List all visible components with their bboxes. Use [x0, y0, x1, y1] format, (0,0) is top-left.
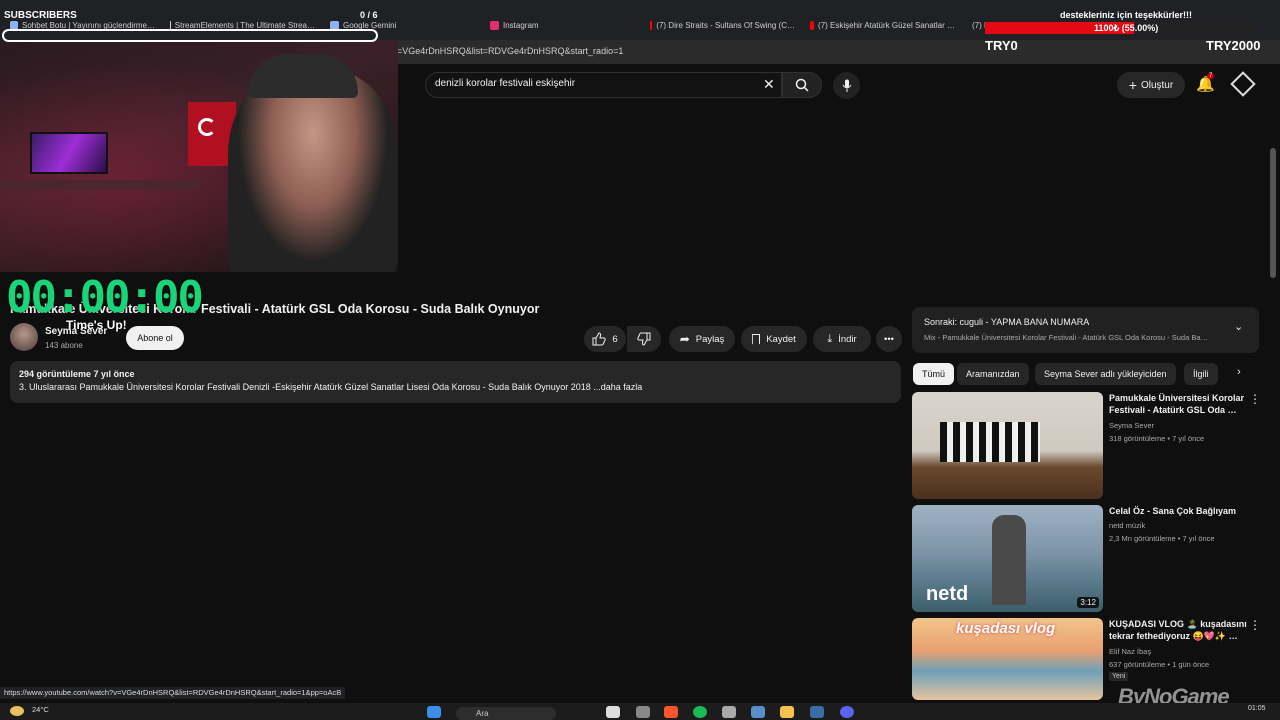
recommendation-title[interactable]: Pamukkale Üniversitesi Korolar Festivali…	[1109, 392, 1249, 416]
instagram-icon	[490, 20, 499, 30]
more-vertical-icon[interactable]: ⋮	[1249, 618, 1261, 632]
weather-icon	[10, 706, 24, 716]
donation-goal-text: 1100₺ (55.00%)	[1094, 23, 1159, 33]
dislike-button[interactable]	[627, 326, 661, 352]
clear-search-icon[interactable]: ✕	[763, 76, 775, 93]
donation-goal-min: TRY0	[985, 38, 1018, 53]
steam-icon[interactable]	[751, 706, 765, 718]
vlog-thumbnail-title: kuşadası vlog	[956, 620, 1056, 637]
youtube-icon	[650, 20, 653, 30]
recommendation-meta: 2,3 Mn görüntüleme • 7 yıl önce	[1109, 534, 1215, 543]
obs-icon[interactable]	[722, 706, 736, 718]
more-horizontal-icon: •••	[884, 333, 894, 345]
description-meta: 294 görüntüleme 7 yıl önce	[19, 369, 135, 379]
subscribers-goal-label: SUBSCRIBERS	[4, 10, 77, 21]
plus-icon: +	[1128, 77, 1137, 93]
chip-from-search[interactable]: Aramanızdan	[957, 363, 1029, 385]
discord-icon[interactable]	[840, 706, 854, 718]
taskbar-search[interactable]: Ara	[456, 707, 556, 720]
chevron-right-icon[interactable]: ›	[1237, 366, 1241, 378]
chip-related[interactable]: İlgili	[1184, 363, 1218, 385]
download-icon: ⤓	[827, 332, 833, 345]
channel-subscriber-count: 143 abone	[45, 341, 83, 350]
thumbs-up-icon	[592, 332, 607, 346]
recommendation-channel[interactable]: netd müzik	[1109, 521, 1145, 530]
recommendation-title[interactable]: KUŞADASI VLOG 🏝️ kuşadasını tekrar fethe…	[1109, 618, 1249, 642]
url-text[interactable]: =VGe4rDnHSRQ&list=RDVGe4rDnHSRQ&start_ra…	[397, 46, 623, 56]
recommendation-meta: 637 görüntüleme • 1 gün önce	[1109, 660, 1210, 669]
bookmark-icon	[752, 333, 761, 345]
recommendation-item[interactable]: netd 3:12 Celal Öz - Sana Çok Bağlıyam n…	[912, 505, 1267, 612]
weather-temperature[interactable]: 24°C	[32, 705, 49, 714]
subscribers-goal-count: 0 / 6	[360, 10, 378, 20]
thumbs-down-icon	[637, 332, 651, 346]
more-actions-button[interactable]: •••	[876, 326, 902, 352]
app-icon[interactable]	[810, 706, 824, 718]
youtube-icon	[810, 20, 815, 30]
microphone-icon	[842, 79, 851, 92]
taskbar-clock: 01:05	[1248, 705, 1266, 712]
task-view-icon[interactable]	[606, 706, 620, 718]
video-thumbnail[interactable]	[912, 392, 1103, 499]
donation-goal-label: destekleriniz için teşekkürler!!!	[1060, 10, 1193, 20]
page-scrollbar[interactable]	[1270, 148, 1276, 278]
browser-tab[interactable]: (7) Eskişehir Atatürk Güzel Sanatlar …	[810, 16, 955, 34]
streamer-image	[228, 70, 398, 272]
share-icon: ➦	[679, 332, 690, 346]
create-button[interactable]: + Oluştur	[1117, 72, 1185, 98]
crescent-icon	[198, 118, 216, 136]
brave-browser-icon[interactable]	[664, 706, 678, 718]
recommendation-meta: 318 görüntüleme • 7 yıl önce	[1109, 434, 1205, 443]
browser-tab[interactable]: (7) Dire Straits - Sultans Of Swing (C…	[650, 16, 795, 34]
save-button[interactable]: Kaydet	[741, 326, 807, 352]
subscribe-button[interactable]: Abone ol	[126, 326, 184, 350]
choir-figures	[940, 422, 1040, 462]
webcam-monitor-image	[30, 132, 108, 174]
voice-search-button[interactable]	[833, 72, 860, 99]
channel-name[interactable]: Seyma Sever	[45, 326, 107, 337]
search-icon	[795, 78, 809, 92]
like-button[interactable]: 6	[584, 326, 626, 352]
video-thumbnail[interactable]: kuşadası vlog	[912, 618, 1103, 700]
channel-avatar[interactable]	[10, 323, 38, 351]
settings-icon[interactable]	[636, 706, 650, 718]
link-status-url: https://www.youtube.com/watch?v=VGe4rDnH…	[0, 687, 346, 699]
webcam-overlay	[0, 40, 398, 272]
chevron-down-icon[interactable]: ⌄	[1234, 320, 1243, 333]
description-text[interactable]: 3. Uluslararası Pamukkale Üniversitesi K…	[19, 382, 642, 392]
download-button[interactable]: ⤓ İndir	[813, 326, 871, 352]
new-badge: Yeni	[1109, 672, 1129, 681]
spotify-icon[interactable]	[693, 706, 707, 718]
share-button[interactable]: ➦ Paylaş	[669, 326, 735, 352]
mix-queue-panel[interactable]	[912, 307, 1259, 353]
like-count: 6	[612, 333, 618, 345]
more-vertical-icon[interactable]: ⋮	[1249, 392, 1261, 406]
queue-mix-title: Mix - Pamukkale Üniversitesi Korolar Fes…	[924, 333, 1208, 342]
windows-start-icon[interactable]	[427, 706, 441, 718]
video-thumbnail[interactable]: netd 3:12	[912, 505, 1103, 612]
file-explorer-icon[interactable]	[780, 706, 794, 718]
chip-from-uploader[interactable]: Seyma Sever adlı yükleyiciden	[1035, 363, 1176, 385]
recommendation-item[interactable]: Pamukkale Üniversitesi Korolar Festivali…	[912, 392, 1267, 499]
recommendation-channel[interactable]: Seyma Sever	[1109, 421, 1154, 430]
search-query[interactable]: denizli korolar festivali eskişehir	[435, 78, 575, 89]
video-duration: 3:12	[1077, 597, 1099, 608]
search-button[interactable]	[782, 72, 822, 98]
webcam-shelf	[0, 180, 200, 190]
countdown-timer: 00:00:00	[6, 272, 204, 323]
recommendation-channel[interactable]: Elif Naz İbaş	[1109, 647, 1151, 656]
queue-next-title: Sonraki: cuguli - YAPMA BANA NUMARA	[924, 317, 1090, 327]
netd-logo: netd	[926, 583, 969, 605]
recommendation-title[interactable]: Celal Öz - Sana Çok Bağlıyam	[1109, 505, 1249, 517]
singer-figure	[992, 515, 1026, 605]
donation-goal-max: TRY2000	[1206, 38, 1261, 53]
chip-all[interactable]: Tümü	[913, 363, 955, 385]
streamer-cap-image	[248, 54, 358, 98]
subscribers-goal-bar	[2, 29, 378, 42]
browser-tab[interactable]: Instagram	[490, 16, 635, 34]
